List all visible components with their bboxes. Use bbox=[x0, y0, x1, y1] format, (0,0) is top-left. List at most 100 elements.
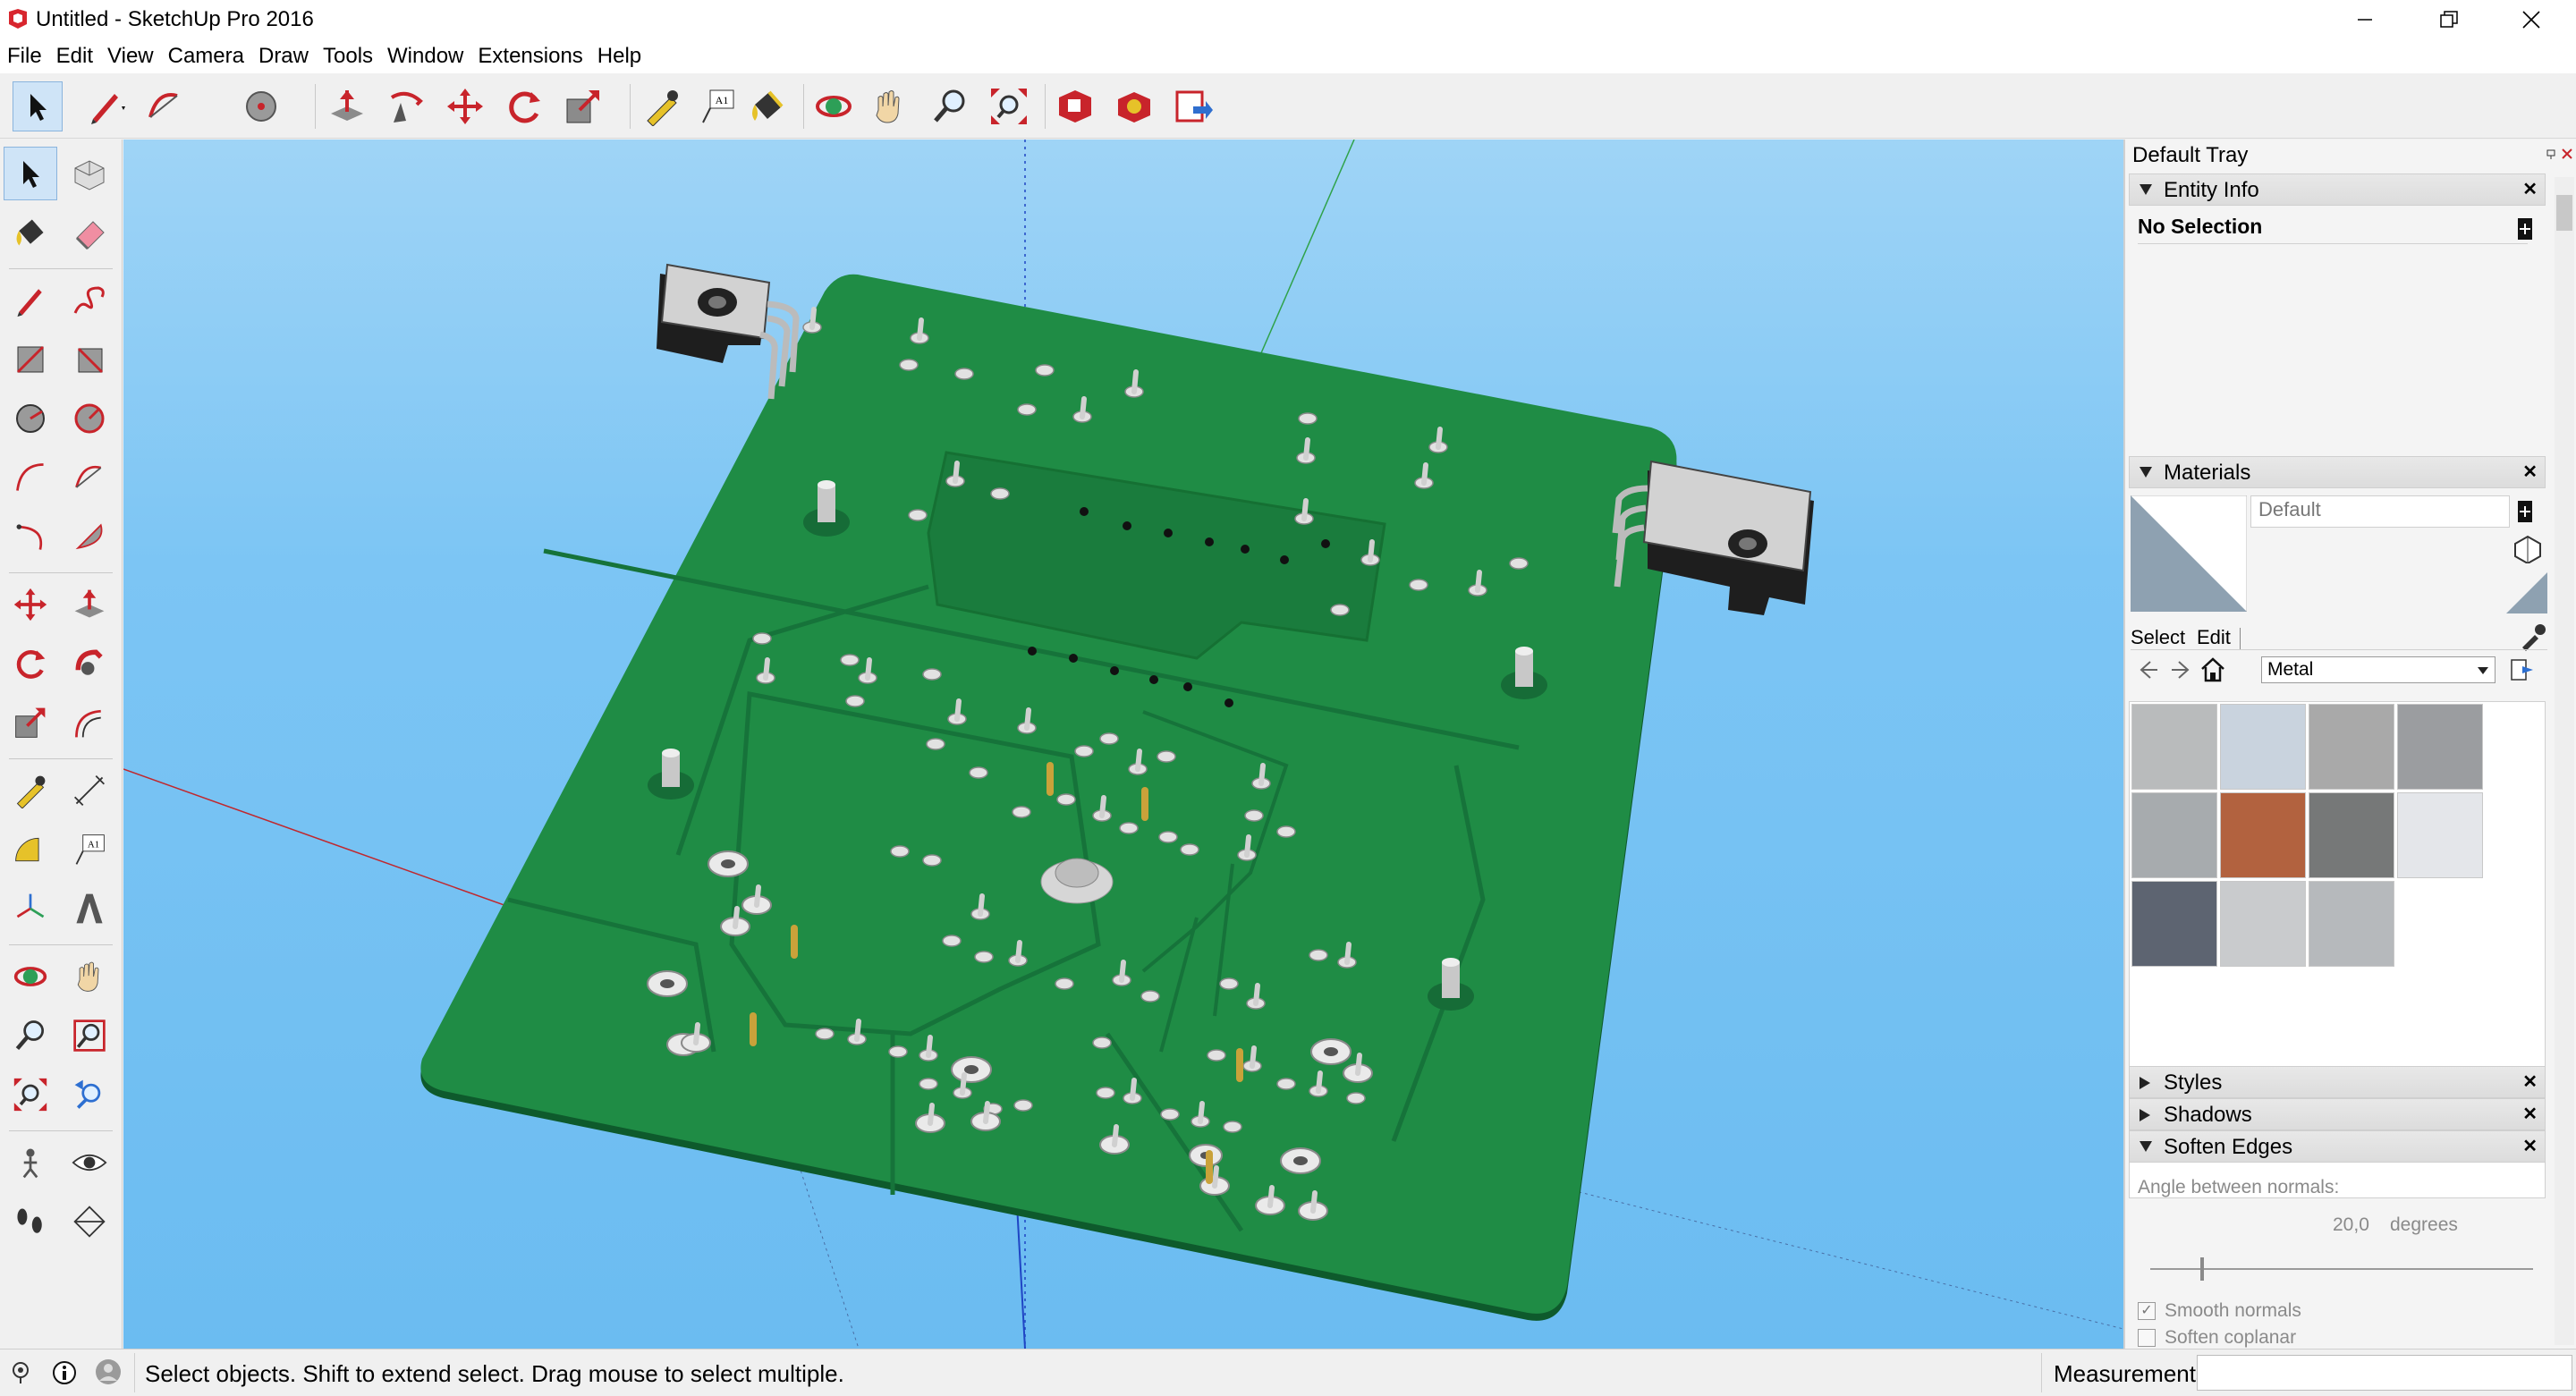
three-point-arc-tool-button[interactable] bbox=[4, 510, 57, 563]
line-tool-button[interactable] bbox=[80, 81, 131, 131]
library-dropdown[interactable]: Metal bbox=[2261, 656, 2496, 683]
orbit-tool-button[interactable] bbox=[4, 950, 57, 1003]
arc-tool-button[interactable] bbox=[4, 451, 57, 504]
rotate-tool-button[interactable] bbox=[4, 637, 57, 690]
material-swatch[interactable] bbox=[2131, 792, 2217, 878]
follow-me-tool-button[interactable] bbox=[63, 637, 116, 690]
text-tool-button[interactable]: A1 bbox=[692, 81, 742, 131]
menu-camera[interactable]: Camera bbox=[161, 39, 251, 73]
menu-extensions[interactable]: Extensions bbox=[470, 39, 589, 73]
styles-panel-header[interactable]: Styles ✕ bbox=[2129, 1066, 2546, 1098]
zoom-window-tool-button[interactable] bbox=[63, 1009, 116, 1062]
offset-tool-button[interactable] bbox=[63, 696, 116, 749]
minimize-button[interactable] bbox=[2326, 0, 2404, 39]
pie-tool-button[interactable] bbox=[63, 510, 116, 563]
material-swatch[interactable] bbox=[2309, 881, 2394, 967]
arc-tool-button[interactable] bbox=[140, 81, 190, 131]
material-swatch[interactable] bbox=[2131, 704, 2217, 790]
smooth-normals-checkbox[interactable]: ✓ bbox=[2138, 1302, 2156, 1320]
close-window-button[interactable] bbox=[2492, 0, 2571, 39]
close-panel-icon[interactable]: ✕ bbox=[2522, 1103, 2538, 1125]
default-material-swatch[interactable] bbox=[2506, 572, 2547, 613]
move-tool-button[interactable] bbox=[440, 81, 490, 131]
soften-coplanar-checkbox[interactable] bbox=[2138, 1329, 2156, 1347]
text-tool-button[interactable]: A1 bbox=[63, 823, 116, 876]
menu-file[interactable]: File bbox=[0, 39, 49, 73]
pan-tool-button[interactable] bbox=[864, 81, 914, 131]
drawing-area[interactable] bbox=[123, 140, 2123, 1349]
restore-button[interactable] bbox=[2410, 0, 2488, 39]
create-material-icon[interactable] bbox=[2515, 499, 2535, 524]
shapes-tool-button[interactable] bbox=[238, 81, 288, 131]
section-plane-button[interactable] bbox=[63, 1195, 116, 1248]
freehand-tool-button[interactable] bbox=[63, 274, 116, 327]
materials-panel-header[interactable]: Materials ✕ bbox=[2129, 456, 2546, 488]
paint-bucket-tool-button[interactable] bbox=[4, 206, 57, 259]
material-swatch[interactable] bbox=[2220, 792, 2306, 878]
scale-tool-button[interactable] bbox=[4, 696, 57, 749]
protractor-tool-button[interactable] bbox=[4, 823, 57, 876]
rotate-tool-button[interactable] bbox=[499, 81, 549, 131]
tab-select[interactable]: Select bbox=[2131, 626, 2185, 649]
menu-edit[interactable]: Edit bbox=[49, 39, 100, 73]
rectangle-tool-button[interactable] bbox=[4, 333, 57, 386]
material-name-field[interactable]: Default bbox=[2250, 495, 2510, 528]
eyedropper-icon[interactable] bbox=[2519, 622, 2547, 651]
entity-info-panel-header[interactable]: Entity Info ✕ bbox=[2129, 173, 2546, 206]
line-tool-button[interactable] bbox=[4, 274, 57, 327]
tray-scrollbar[interactable] bbox=[2555, 177, 2574, 1345]
menu-draw[interactable]: Draw bbox=[251, 39, 316, 73]
eraser-tool-button[interactable] bbox=[63, 206, 116, 259]
home-icon[interactable] bbox=[2199, 656, 2227, 683]
menu-help[interactable]: Help bbox=[590, 39, 648, 73]
shadows-panel-header[interactable]: Shadows ✕ bbox=[2129, 1098, 2546, 1130]
3d-warehouse-button[interactable] bbox=[1050, 81, 1100, 131]
send-to-layout-button[interactable] bbox=[1168, 81, 1218, 131]
forward-arrow-icon[interactable] bbox=[2168, 658, 2193, 681]
scale-tool-button[interactable] bbox=[558, 81, 608, 131]
tab-edit[interactable]: Edit bbox=[2197, 626, 2231, 649]
move-tool-button[interactable] bbox=[4, 578, 57, 631]
circle-tool-button[interactable] bbox=[4, 392, 57, 445]
orbit-tool-button[interactable] bbox=[809, 81, 859, 131]
walk-tool-button[interactable] bbox=[4, 1195, 57, 1248]
user-account-icon[interactable] bbox=[95, 1358, 122, 1385]
select-tool-button[interactable] bbox=[4, 147, 57, 200]
close-panel-icon[interactable]: ✕ bbox=[2522, 461, 2538, 483]
close-panel-icon[interactable]: ✕ bbox=[2522, 178, 2538, 200]
follow-me-tool-button[interactable] bbox=[381, 81, 431, 131]
position-camera-button[interactable] bbox=[4, 1136, 57, 1189]
menu-tools[interactable]: Tools bbox=[316, 39, 380, 73]
axes-tool-button[interactable] bbox=[4, 882, 57, 935]
close-icon[interactable] bbox=[2562, 148, 2572, 159]
dimension-tool-button[interactable] bbox=[63, 764, 116, 817]
material-swatch[interactable] bbox=[2309, 792, 2394, 878]
rotated-rectangle-tool-button[interactable] bbox=[63, 333, 116, 386]
select-tool-button[interactable] bbox=[13, 81, 63, 131]
zoom-tool-button[interactable] bbox=[925, 81, 975, 131]
push-pull-tool-button[interactable] bbox=[322, 81, 372, 131]
menu-view[interactable]: View bbox=[100, 39, 161, 73]
tape-measure-tool-button[interactable] bbox=[637, 81, 687, 131]
polygon-tool-button[interactable] bbox=[63, 392, 116, 445]
angle-slider-track[interactable] bbox=[2150, 1268, 2533, 1270]
pin-icon[interactable] bbox=[2546, 148, 2556, 159]
paint-bucket-tool-button[interactable] bbox=[742, 81, 792, 131]
soften-edges-panel-header[interactable]: Soften Edges ✕ bbox=[2129, 1130, 2546, 1163]
3d-text-tool-button[interactable] bbox=[63, 882, 116, 935]
material-swatch[interactable] bbox=[2309, 704, 2394, 790]
tape-measure-tool-button[interactable] bbox=[4, 764, 57, 817]
zoom-tool-button[interactable] bbox=[4, 1009, 57, 1062]
make-component-button[interactable] bbox=[63, 147, 116, 200]
toggle-details-icon[interactable] bbox=[2515, 216, 2535, 241]
zoom-extents-tool-button[interactable] bbox=[984, 81, 1034, 131]
geo-location-icon[interactable] bbox=[9, 1360, 32, 1385]
close-panel-icon[interactable]: ✕ bbox=[2522, 1070, 2538, 1093]
material-swatch[interactable] bbox=[2397, 704, 2483, 790]
material-swatch[interactable] bbox=[2220, 881, 2306, 967]
material-swatch[interactable] bbox=[2131, 881, 2217, 967]
pan-tool-button[interactable] bbox=[63, 950, 116, 1003]
angle-slider-thumb[interactable] bbox=[2200, 1257, 2204, 1281]
credits-info-icon[interactable] bbox=[52, 1360, 77, 1385]
scrollbar-thumb[interactable] bbox=[2556, 195, 2572, 231]
